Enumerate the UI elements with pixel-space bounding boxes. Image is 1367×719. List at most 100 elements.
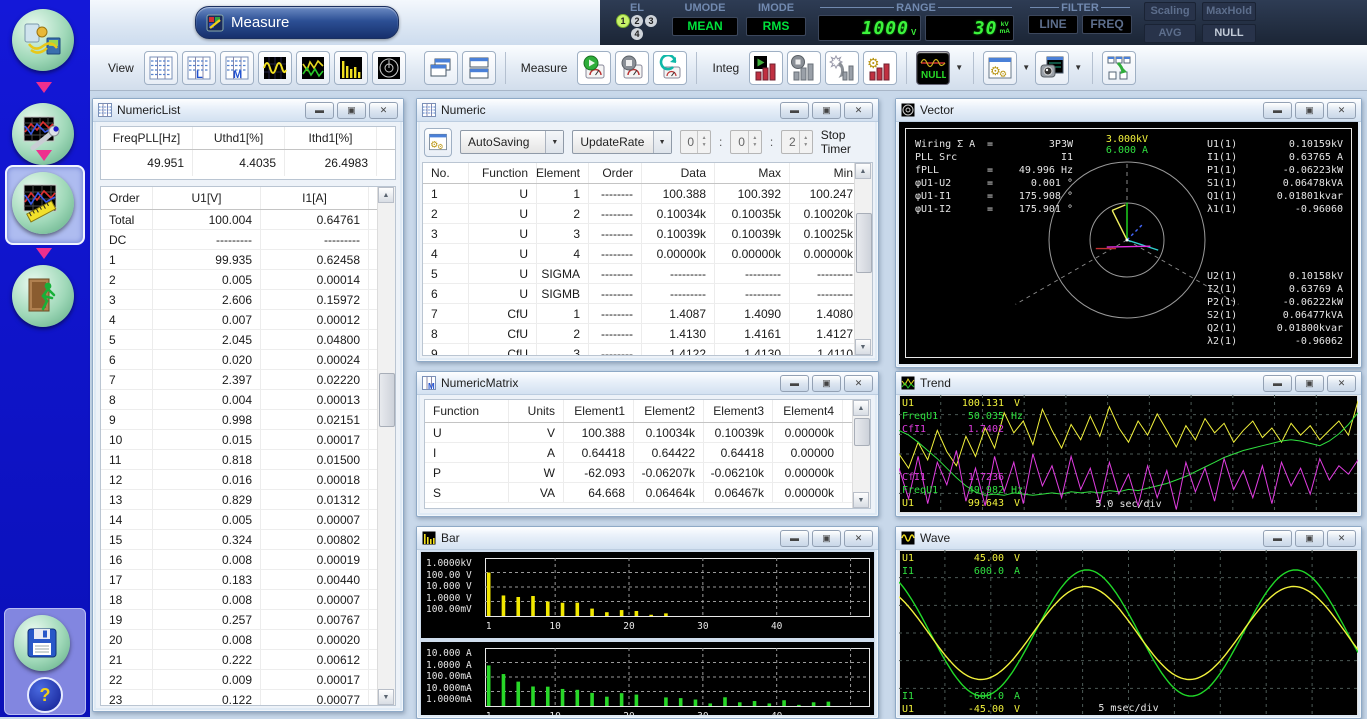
table-row[interactable]: 32.6060.15972 (101, 290, 395, 310)
measure-stop-button[interactable] (615, 51, 649, 85)
minimize-button[interactable]: ▬ (780, 375, 809, 392)
scroll-up-arrow[interactable]: ▲ (853, 400, 869, 416)
minimize-button[interactable]: ▬ (780, 102, 809, 119)
scroll-up-arrow[interactable]: ▲ (855, 163, 871, 179)
table-row[interactable]: 100.0150.00017 (101, 430, 395, 450)
numeric-titlebar[interactable]: Numeric ▬ ▣ ✕ (417, 99, 878, 122)
table-row[interactable]: 90.9980.02151 (101, 410, 395, 430)
null-button[interactable]: NULL (916, 51, 950, 85)
restore-button[interactable]: ▣ (1295, 530, 1324, 547)
sidebar-item-measure[interactable] (12, 172, 74, 234)
capture-dropdown-arrow[interactable]: ▼ (1073, 53, 1083, 83)
table-row[interactable]: 160.0080.00019 (101, 550, 395, 570)
view-numeric-button[interactable] (144, 51, 178, 85)
bar-titlebar[interactable]: Bar ▬ ▣ ✕ (417, 527, 878, 550)
timer-seconds-stepper[interactable]: 2▲▼ (781, 130, 812, 154)
updaterate-dropdown[interactable]: UpdateRate ▼ (572, 130, 671, 154)
numericlist-titlebar[interactable]: NumericList ▬ ▣ ✕ (93, 99, 403, 122)
scroll-thumb[interactable] (379, 373, 395, 427)
table-row[interactable]: 140.0050.00007 (101, 510, 395, 530)
view-vector-button[interactable] (372, 51, 406, 85)
restore-button[interactable]: ▣ (812, 530, 841, 547)
table-row[interactable]: 2U2--------0.10034k0.10035k0.10020k (423, 204, 872, 224)
restore-button[interactable]: ▣ (337, 102, 366, 119)
table-row[interactable]: IA0.644180.644220.644180.00000 (425, 443, 870, 463)
close-button[interactable]: ✕ (844, 102, 873, 119)
table-row[interactable]: 170.1830.00440 (101, 570, 395, 590)
close-button[interactable]: ✕ (1327, 530, 1356, 547)
null-dropdown-arrow[interactable]: ▼ (954, 53, 964, 83)
table-row[interactable]: 9CfU3--------1.41221.41301.4110 (423, 344, 872, 356)
minimize-button[interactable]: ▬ (780, 530, 809, 547)
wave-titlebar[interactable]: Wave ▬ ▣ ✕ (896, 527, 1361, 550)
restore-button[interactable]: ▣ (812, 375, 841, 392)
table-row[interactable]: Total100.0040.64761 (101, 210, 395, 230)
table-row[interactable]: 3U3--------0.10039k0.10039k0.10025k (423, 224, 872, 244)
table-row[interactable]: 20.0050.00014 (101, 270, 395, 290)
restore-button[interactable]: ▣ (1295, 102, 1324, 119)
scaling-button[interactable]: Scaling (1144, 2, 1196, 21)
table-row[interactable]: DC------------------ (101, 230, 395, 250)
numericmatrix-scrollbar[interactable]: ▲ ▼ (852, 400, 870, 508)
table-row[interactable]: 52.0450.04800 (101, 330, 395, 350)
help-button[interactable]: ? (27, 677, 63, 713)
table-row[interactable]: UV100.3880.10034k0.10039k0.00000k (425, 423, 870, 443)
close-button[interactable]: ✕ (369, 102, 398, 119)
settings-dropdown-arrow[interactable]: ▼ (1021, 53, 1031, 83)
capture-button[interactable] (1035, 51, 1069, 85)
table-row[interactable]: 199.9350.62458 (101, 250, 395, 270)
filter-line-button[interactable]: LINE (1028, 15, 1078, 34)
maxhold-button[interactable]: MaxHold (1202, 2, 1256, 21)
timer-minutes-stepper[interactable]: 0▲▼ (730, 130, 761, 154)
table-row[interactable]: 190.2570.00767 (101, 610, 395, 630)
table-row[interactable]: 60.0200.00024 (101, 350, 395, 370)
scroll-down-arrow[interactable]: ▼ (853, 492, 869, 508)
scroll-down-arrow[interactable]: ▼ (378, 689, 394, 705)
scroll-up-arrow[interactable]: ▲ (378, 187, 394, 203)
table-row[interactable]: 230.1220.00077 (101, 690, 395, 706)
table-row[interactable]: 110.8180.01500 (101, 450, 395, 470)
close-button[interactable]: ✕ (1327, 375, 1356, 392)
file-transfer-button[interactable] (1102, 51, 1136, 85)
numeric-settings-button[interactable]: ⚙⚙ (424, 128, 452, 157)
table-row[interactable]: 1U1--------100.388100.392100.247 (423, 184, 872, 204)
view-numericmatrix-button[interactable]: M (220, 51, 254, 85)
integ-stop-button[interactable] (787, 51, 821, 85)
scroll-thumb[interactable] (854, 418, 870, 446)
table-row[interactable]: SVA64.6680.06464k0.06467k0.00000k (425, 483, 870, 503)
scroll-thumb[interactable] (856, 213, 872, 273)
scroll-down-arrow[interactable]: ▼ (855, 339, 871, 355)
integ-start-button[interactable] (749, 51, 783, 85)
cascade-windows-button[interactable] (424, 51, 458, 85)
table-row[interactable]: 130.8290.01312 (101, 490, 395, 510)
table-row[interactable]: 200.0080.00020 (101, 630, 395, 650)
filter-freq-button[interactable]: FREQ (1082, 15, 1132, 34)
numericlist-scrollbar[interactable]: ▲ ▼ (377, 187, 395, 705)
table-row[interactable]: 5USIGMA---------------------------------… (423, 264, 872, 284)
table-row[interactable]: 72.3970.02220 (101, 370, 395, 390)
view-numericlist-button[interactable]: L (182, 51, 216, 85)
integ-setting-button[interactable]: ⚙ (863, 51, 897, 85)
settings-button[interactable]: ⚙⚙ (983, 51, 1017, 85)
table-row[interactable]: 80.0040.00013 (101, 390, 395, 410)
table-row[interactable]: 7CfU1--------1.40871.40901.4080 (423, 304, 872, 324)
vector-titlebar[interactable]: Vector ▬ ▣ ✕ (896, 99, 1361, 122)
table-row[interactable]: PW-62.093-0.06207k-0.06210k0.00000k (425, 463, 870, 483)
table-row[interactable]: 120.0160.00018 (101, 470, 395, 490)
close-button[interactable]: ✕ (844, 375, 873, 392)
table-row[interactable]: 6USIGMB---------------------------------… (423, 284, 872, 304)
integ-reset-button[interactable] (825, 51, 859, 85)
table-row[interactable]: 40.0070.00012 (101, 310, 395, 330)
null-status-button[interactable]: NULL (1202, 24, 1256, 43)
table-row[interactable]: 150.3240.00802 (101, 530, 395, 550)
minimize-button[interactable]: ▬ (305, 102, 334, 119)
table-row[interactable]: 180.0080.00007 (101, 590, 395, 610)
save-button[interactable] (14, 615, 70, 671)
avg-button[interactable]: AVG (1144, 24, 1196, 43)
table-row[interactable]: 210.2220.00612 (101, 650, 395, 670)
view-trend-button[interactable] (296, 51, 330, 85)
numericmatrix-titlebar[interactable]: M NumericMatrix ▬ ▣ ✕ (417, 372, 878, 395)
view-wave-button[interactable] (258, 51, 292, 85)
measure-start-button[interactable] (577, 51, 611, 85)
close-button[interactable]: ✕ (844, 530, 873, 547)
